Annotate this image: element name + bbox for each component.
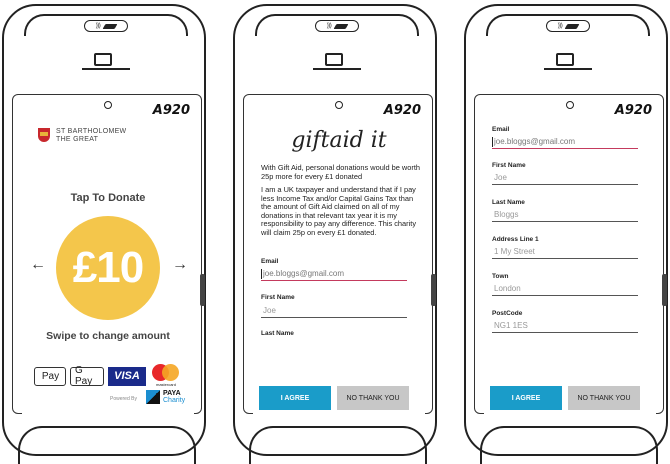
printer-icon [82, 53, 130, 77]
gift-aid-intro: With Gift Aid, personal donations would … [261, 163, 420, 181]
device-model-label: A920 [614, 103, 652, 118]
device-top-cap: ))) [255, 14, 419, 36]
donation-screen: ST BARTHOLOMEW THE GREAT Tap To Donate ←… [22, 124, 194, 414]
device-model-label: A920 [152, 103, 190, 118]
town-field[interactable]: London [492, 283, 638, 296]
paya-charity-logo: PAYA Charity [146, 390, 185, 404]
terminal-1: ))) A920 ST BARTHOLOMEW THE GREAT Tap To… [0, 0, 210, 464]
email-field[interactable]: joe.bloggs@gmail.com [492, 136, 638, 149]
swipe-instruction: Swipe to change amount [46, 330, 170, 342]
side-button [200, 274, 205, 306]
device-shell: ))) A920 Email joe.bloggs@gmail.com Firs… [464, 4, 668, 464]
camera-icon [104, 101, 112, 109]
camera-icon [335, 101, 343, 109]
charity-logo: ST BARTHOLOMEW THE GREAT [38, 128, 126, 144]
printer-icon [544, 53, 592, 77]
mastercard-icon: mastercard [150, 364, 182, 388]
device-shell: ))) A920 giftaid it With Gift Aid, perso… [233, 4, 437, 464]
donor-details-screen: Email joe.bloggs@gmail.com First Name Jo… [484, 124, 656, 414]
apple-pay-icon: Pay [34, 366, 66, 386]
terminal-3: ))) A920 Email joe.bloggs@gmail.com Firs… [462, 0, 670, 464]
device-top-cap: ))) [486, 14, 650, 36]
side-button [431, 274, 436, 306]
device-chin [480, 426, 658, 464]
gift-aid-logo: giftaid it [291, 128, 387, 153]
first-name-field[interactable]: Joe [492, 172, 638, 185]
address-line1-label: Address Line 1 [492, 236, 539, 243]
first-name-label: First Name [492, 162, 526, 169]
contactless-icon: ))) [546, 20, 590, 32]
email-label: Email [492, 126, 510, 133]
no-thank-you-button[interactable]: NO THANK YOU [568, 386, 640, 410]
postcode-field[interactable]: NG1 1ES [492, 320, 638, 333]
email-field[interactable]: joe.bloggs@gmail.com [261, 268, 407, 281]
first-name-label: First Name [261, 294, 295, 301]
amount-button[interactable]: £10 [56, 216, 160, 320]
side-button [662, 274, 667, 306]
device-chin [18, 426, 196, 464]
powered-by-label: Powered By [110, 396, 137, 402]
right-arrow-icon[interactable]: → [172, 256, 188, 274]
device-model-label: A920 [383, 103, 421, 118]
last-name-label: Last Name [261, 330, 294, 337]
org-name-line2: THE GREAT [56, 136, 99, 143]
amount-value: £10 [72, 243, 144, 292]
google-pay-icon: G Pay [70, 365, 104, 387]
email-label: Email [261, 258, 279, 265]
crest-icon [38, 128, 50, 142]
org-name-line1: ST BARTHOLOMEW [56, 128, 127, 135]
address-line1-field[interactable]: 1 My Street [492, 246, 638, 259]
agree-button[interactable]: I AGREE [259, 386, 331, 410]
gift-aid-screen: giftaid it With Gift Aid, personal donat… [253, 124, 425, 414]
last-name-label: Last Name [492, 199, 525, 206]
camera-icon [566, 101, 574, 109]
postcode-label: PostCode [492, 310, 523, 317]
contactless-icon: ))) [84, 20, 128, 32]
printer-icon [313, 53, 361, 77]
agree-button[interactable]: I AGREE [490, 386, 562, 410]
tap-to-donate-label: Tap To Donate [70, 192, 146, 204]
last-name-field[interactable]: Bloggs [492, 209, 638, 222]
payment-methods: Pay G Pay VISA mastercard [34, 364, 182, 388]
town-label: Town [492, 273, 509, 280]
terminal-2: ))) A920 giftaid it With Gift Aid, perso… [231, 0, 441, 464]
device-top-cap: ))) [24, 14, 188, 36]
no-thank-you-button[interactable]: NO THANK YOU [337, 386, 409, 410]
first-name-field[interactable]: Joe [261, 305, 407, 318]
taxpayer-declaration: I am a UK taxpayer and understand that i… [261, 185, 417, 237]
left-arrow-icon[interactable]: ← [30, 256, 46, 274]
device-shell: ))) A920 ST BARTHOLOMEW THE GREAT Tap To… [2, 4, 206, 464]
paya-icon [146, 390, 160, 404]
contactless-icon: ))) [315, 20, 359, 32]
device-chin [249, 426, 427, 464]
visa-icon: VISA [108, 366, 146, 386]
